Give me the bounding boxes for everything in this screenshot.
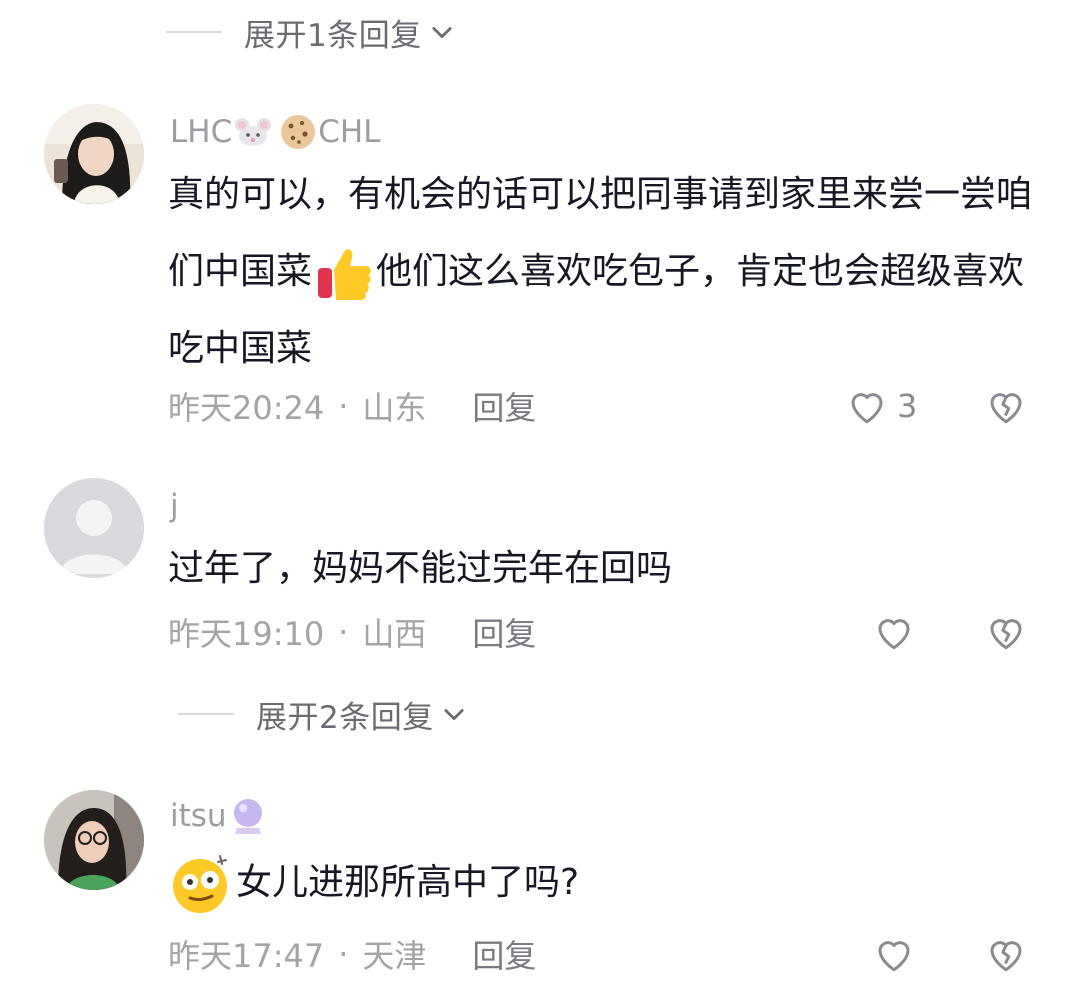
like-button[interactable]	[872, 610, 916, 654]
mouse-emoji-icon	[235, 118, 272, 146]
username-text: j	[170, 488, 179, 524]
reply-button[interactable]: 回复	[472, 383, 536, 429]
broken-heart-icon	[990, 393, 1022, 424]
comment-text: 真的可以，有机会的话可以把同事请到家里来尝一尝咱们中国菜 他们这么喜欢吃包子，肯…	[168, 156, 1038, 387]
comment-text-part: 过年了，妈妈不能过完年在回吗	[168, 548, 673, 589]
avatar-photo-icon	[44, 790, 144, 890]
like-button[interactable]	[872, 932, 916, 976]
expand-replies-label: 展开2条回复	[256, 699, 434, 736]
avatar[interactable]	[44, 104, 144, 204]
dislike-button[interactable]	[984, 385, 1028, 431]
timestamp: 昨天19:10	[168, 615, 325, 653]
expand-replies-mid[interactable]: 展开2条回复	[0, 684, 468, 744]
chevron-down-icon	[444, 709, 464, 721]
comment-meta: 昨天19:10 · 山西 回复	[168, 610, 536, 654]
username-text: LHC	[170, 114, 233, 150]
broken-heart-icon	[990, 619, 1022, 650]
comment-meta: 昨天17:47 · 天津 回复	[168, 932, 536, 976]
dizzy-face-emoji-icon	[173, 854, 227, 913]
timestamp: 昨天17:47	[168, 937, 325, 975]
timestamp: 昨天20:24	[168, 389, 325, 427]
dislike-button[interactable]	[984, 933, 1028, 979]
separator: ·	[338, 387, 349, 425]
heart-icon	[851, 393, 883, 424]
like-count: 3	[897, 387, 918, 425]
heart-icon	[878, 619, 910, 650]
reply-button[interactable]: 回复	[472, 931, 536, 977]
separator: ·	[338, 935, 349, 973]
chevron-down-icon	[432, 27, 452, 39]
separator: ·	[338, 613, 349, 651]
comment-meta: 昨天20:24 · 山东 回复	[168, 384, 536, 428]
like-button[interactable]: 3	[845, 384, 917, 428]
username[interactable]: LHC CHL	[170, 112, 380, 152]
comment-text-part: 女儿进那所高中了吗?	[236, 862, 580, 903]
dislike-button[interactable]	[984, 611, 1028, 657]
username[interactable]: itsu	[170, 796, 267, 836]
broken-heart-icon	[990, 941, 1022, 972]
cookie-emoji-icon	[281, 115, 316, 149]
avatar-photo-icon	[44, 104, 144, 204]
divider-line	[178, 713, 234, 715]
crystal-ball-emoji-icon	[233, 799, 262, 834]
location: 山东	[362, 389, 427, 427]
avatar[interactable]	[44, 478, 144, 578]
location: 山西	[362, 615, 427, 653]
divider-line	[166, 31, 222, 33]
heart-icon	[878, 941, 910, 972]
expand-replies-label: 展开1条回复	[244, 17, 422, 54]
username-text: itsu	[170, 798, 227, 834]
comment-text: 过年了，妈妈不能过完年在回吗	[168, 530, 1038, 607]
comment-text: 女儿进那所高中了吗?	[168, 844, 1038, 921]
default-avatar-icon	[44, 478, 144, 578]
expand-replies-top[interactable]: 展开1条回复	[0, 2, 456, 62]
location: 天津	[362, 937, 427, 975]
username[interactable]: j	[170, 486, 179, 526]
avatar[interactable]	[44, 790, 144, 890]
username-suffix-text: CHL	[318, 114, 381, 150]
reply-button[interactable]: 回复	[472, 609, 536, 655]
thumbs-up-emoji-icon	[318, 249, 371, 300]
